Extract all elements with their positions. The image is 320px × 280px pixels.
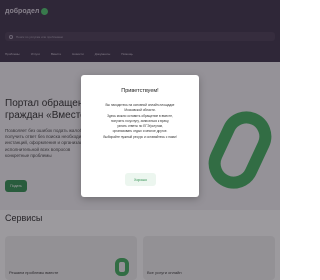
welcome-modal: Приветствуем! Вы находитесь на основной …	[81, 75, 199, 197]
modal-body-line: Выбирайте нужный ресурс и оставайтесь с …	[103, 134, 177, 139]
modal-title: Приветствуем!	[121, 88, 159, 94]
modal-body: Вы находитесь на основной онлайн-площадк…	[87, 103, 193, 140]
ok-button[interactable]: Хорошо	[125, 173, 156, 186]
